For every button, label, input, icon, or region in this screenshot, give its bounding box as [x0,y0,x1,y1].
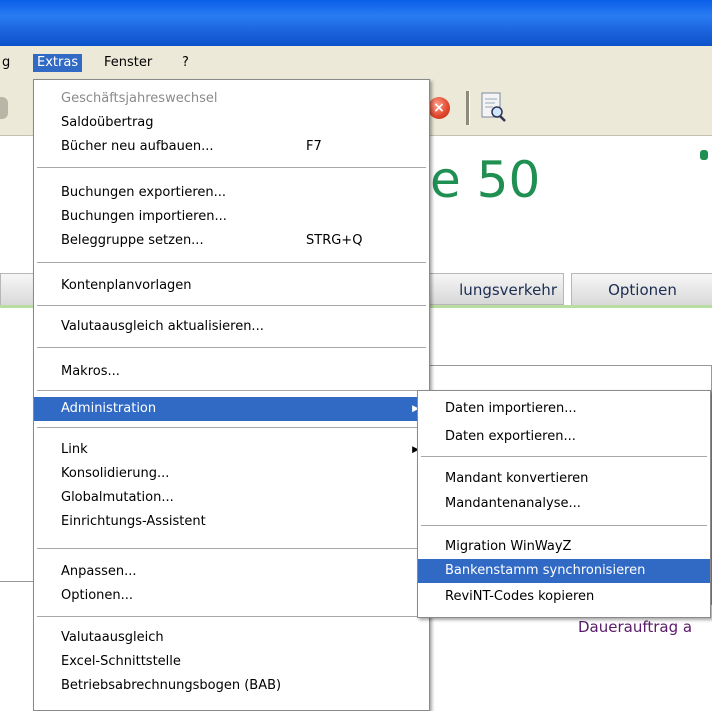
menu-partial-item[interactable]: g [0,54,14,72]
menu-bar: g Extras Fenster ? [0,46,712,79]
menu-item-label: Kontenplanvorlagen [61,278,192,293]
menu-item-label: Konsolidierung... [61,466,170,481]
menu-item-daten-exportieren[interactable]: Daten exportieren... [418,425,710,449]
menu-item-migration-winwayz[interactable]: Migration WinWayZ [418,535,710,559]
menu-item-label: Migration WinWayZ [445,539,572,554]
menu-item-label: Administration [61,401,157,416]
extras-menu: Geschäftsjahreswechsel Saldoübertrag Büc… [33,79,430,711]
menu-item-label: Valutaausgleich aktualisieren... [61,319,264,334]
menu-item-daten-importieren[interactable]: Daten importieren... [418,397,710,421]
menu-item-label: Saldoübertrag [61,115,154,130]
menu-item-label: Buchungen importieren... [61,209,227,224]
tab-optionen[interactable]: Optionen [571,273,712,307]
menu-item-einrichtungs-assistent[interactable]: Einrichtungs-Assistent [34,510,429,534]
menu-item-anpassen[interactable]: Anpassen... [34,560,429,584]
menu-item-label: ReviNT-Codes kopieren [445,589,595,604]
close-icon[interactable]: × [428,97,450,119]
menu-item-administration[interactable]: Administration ▶ [34,397,429,421]
menu-item-shortcut: F7 [306,139,322,154]
menu-item-valutaausgleich[interactable]: Valutaausgleich [34,626,429,650]
menu-item-beleggruppe-setzen[interactable]: Beleggruppe setzen... STRG+Q [34,229,429,253]
menu-item-label: Makros... [61,364,120,379]
menu-item-label: Geschäftsjahreswechsel [61,91,218,106]
menu-separator [37,427,426,429]
menu-fenster[interactable]: Fenster [100,54,156,72]
menu-item-link[interactable]: Link ▶ [34,438,429,462]
menu-item-optionen[interactable]: Optionen... [34,584,429,608]
menu-separator [37,548,426,550]
menu-item-label: Einrichtungs-Assistent [61,514,206,529]
menu-item-konsolidierung[interactable]: Konsolidierung... [34,462,429,486]
menu-item-betriebsabrechnungsbogen[interactable]: Betriebsabrechnungsbogen (BAB) [34,674,429,698]
logo-dot [700,150,708,160]
menu-item-label: Bücher neu aufbauen... [61,139,214,154]
menu-help[interactable]: ? [178,54,193,72]
menu-item-label: Excel-Schnittstelle [61,654,181,669]
menu-item-label: Daten importieren... [445,401,577,416]
toolbar-partial-icon[interactable] [0,97,8,119]
menu-item-label: Bankenstamm synchronisieren [445,563,646,578]
menu-item-makros[interactable]: Makros... [34,360,429,384]
dauerauftrag-link[interactable]: Dauerauftrag a [578,618,692,636]
toolbar-separator [466,91,470,125]
menu-item-revint-codes-kopieren[interactable]: ReviNT-Codes kopieren [418,585,710,609]
menu-item-mandantenanalyse[interactable]: Mandantenanalyse... [418,492,710,516]
menu-item-excel-schnittstelle[interactable]: Excel-Schnittstelle [34,650,429,674]
menu-separator [37,262,426,264]
menu-separator [421,525,707,527]
menu-item-label: Mandantenanalyse... [445,496,581,511]
window-title-bar[interactable] [0,0,712,46]
menu-item-buchungen-importieren[interactable]: Buchungen importieren... [34,205,429,229]
menu-item-label: Mandant konvertieren [445,471,589,486]
menu-item-globalmutation[interactable]: Globalmutation... [34,486,429,510]
menu-item-kontenplanvorlagen[interactable]: Kontenplanvorlagen [34,274,429,298]
menu-item-label: Globalmutation... [61,490,174,505]
menu-item-label: Buchungen exportieren... [61,185,227,200]
menu-separator [37,390,426,392]
menu-separator [37,616,426,618]
menu-separator [421,456,707,458]
menu-item-shortcut: STRG+Q [306,233,363,248]
product-logo-text: e 50 [430,151,541,209]
menu-item-saldouebertrag[interactable]: Saldoübertrag [34,111,429,135]
menu-item-label: Optionen... [61,588,134,603]
menu-separator [37,167,426,169]
menu-separator [37,347,426,349]
menu-item-geschaeftsjahreswechsel[interactable]: Geschäftsjahreswechsel [34,87,429,111]
content-divider [430,365,712,366]
menu-item-buecher-neu-aufbauen[interactable]: Bücher neu aufbauen... F7 [34,135,429,159]
report-search-icon[interactable] [478,91,508,123]
menu-item-label: Anpassen... [61,564,137,579]
menu-item-label: Valutaausgleich [61,630,164,645]
menu-item-buchungen-exportieren[interactable]: Buchungen exportieren... [34,181,429,205]
administration-submenu: Daten importieren... Daten exportieren..… [417,390,711,618]
menu-extras[interactable]: Extras [33,54,83,72]
menu-item-label: Daten exportieren... [445,429,576,444]
tab-zahlungsverkehr[interactable]: lungsverkehr [420,273,564,305]
menu-separator [37,305,426,307]
menu-item-bankenstamm-synchronisieren[interactable]: Bankenstamm synchronisieren [418,559,710,583]
menu-item-valutaausgleich-aktualisieren[interactable]: Valutaausgleich aktualisieren... [34,315,429,339]
menu-item-label: Link [61,442,88,457]
menu-item-mandant-konvertieren[interactable]: Mandant konvertieren [418,467,710,491]
menu-item-label: Beleggruppe setzen... [61,233,204,248]
menu-item-label: Betriebsabrechnungsbogen (BAB) [61,678,282,693]
